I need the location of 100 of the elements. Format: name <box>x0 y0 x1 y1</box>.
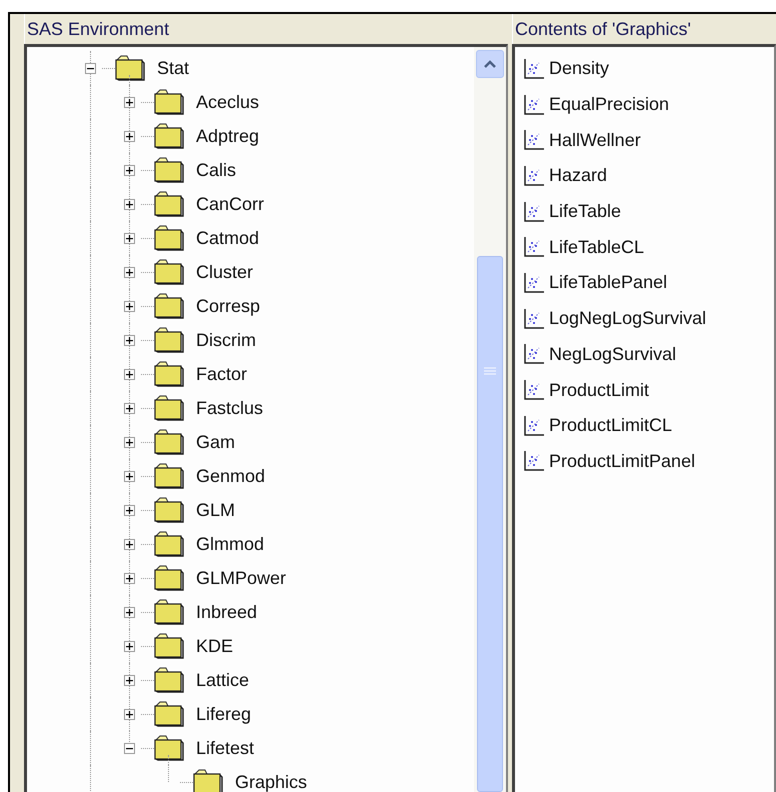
list-item[interactable]: ProductLimitCL <box>549 415 672 436</box>
tree-item[interactable]: Lattice <box>196 670 250 690</box>
plus-icon <box>126 676 132 684</box>
expand-toggle[interactable] <box>124 198 134 210</box>
folder-icon <box>193 769 223 792</box>
plus-icon <box>126 642 132 650</box>
expand-toggle[interactable] <box>124 402 134 414</box>
expand-toggle[interactable] <box>124 572 134 584</box>
collapse-toggle[interactable] <box>84 62 96 74</box>
tree-item[interactable]: Factor <box>196 364 248 384</box>
folder-icon <box>154 497 184 523</box>
tree-item[interactable]: Genmod <box>196 466 266 486</box>
tree-item[interactable]: Calis <box>196 160 236 180</box>
list-item[interactable]: Density <box>549 58 610 80</box>
expand-toggle[interactable] <box>124 334 134 346</box>
folder-icon <box>154 123 184 149</box>
expand-toggle[interactable] <box>124 640 134 652</box>
expand-toggle[interactable] <box>124 300 134 312</box>
plus-icon <box>126 438 132 446</box>
list-item[interactable]: LogNegLogSurvival <box>549 308 706 330</box>
scatter-plot-icon <box>523 343 545 366</box>
plus-icon <box>126 574 132 582</box>
expand-toggle[interactable] <box>124 470 134 482</box>
plus-icon <box>126 608 132 616</box>
list-item[interactable]: Hazard <box>549 165 608 186</box>
tree-item[interactable]: Graphics <box>235 772 308 792</box>
list-item[interactable]: HallWellner <box>549 130 641 151</box>
plus-icon <box>126 404 132 412</box>
tree-item[interactable]: Gam <box>196 432 236 452</box>
folder-icon <box>154 463 184 489</box>
scroll-up-button[interactable] <box>476 50 504 78</box>
expand-toggle[interactable] <box>124 164 134 176</box>
tree-item[interactable]: Stat <box>157 58 190 78</box>
scatter-plot-icon <box>523 58 545 80</box>
plus-icon <box>126 200 132 208</box>
collapse-toggle[interactable] <box>124 742 134 754</box>
chevron-up-icon <box>484 60 496 68</box>
folder-icon <box>154 293 184 319</box>
expand-toggle[interactable] <box>124 708 134 720</box>
list-item[interactable]: NegLogSurvival <box>549 344 676 365</box>
folder-icon <box>154 191 184 217</box>
folder-icon <box>154 225 184 251</box>
expand-toggle[interactable] <box>124 368 134 380</box>
expand-toggle[interactable] <box>124 130 134 142</box>
expand-toggle[interactable] <box>124 96 134 108</box>
plus-icon <box>126 132 132 140</box>
plus-icon <box>126 268 132 276</box>
plus-icon <box>126 506 132 514</box>
folder-icon <box>154 327 184 353</box>
folder-icon <box>154 157 184 183</box>
plus-icon <box>126 302 132 310</box>
folder-icon <box>154 531 184 557</box>
expand-toggle[interactable] <box>124 266 134 278</box>
expand-toggle[interactable] <box>124 606 134 618</box>
folder-icon <box>154 599 184 625</box>
tree-item[interactable]: Discrim <box>196 330 256 350</box>
scatter-plot-icon <box>523 308 545 330</box>
list-item[interactable]: EqualPrecision <box>549 94 670 116</box>
list-item[interactable]: LifeTable <box>549 201 622 222</box>
plus-icon <box>126 336 132 344</box>
folder-icon <box>154 735 184 761</box>
folder-icon <box>154 259 184 285</box>
tree-item[interactable]: Inbreed <box>196 602 258 622</box>
tree-item[interactable]: KDE <box>196 636 234 656</box>
list-item[interactable]: ProductLimit <box>549 380 650 401</box>
list-item[interactable]: LifeTableCL <box>549 236 644 258</box>
tree-item[interactable]: CanCorr <box>196 194 264 214</box>
scatter-plot-icon <box>523 164 545 187</box>
folder-icon <box>115 55 145 81</box>
tree-item[interactable]: Catmod <box>196 228 260 248</box>
list-item[interactable]: ProductLimitPanel <box>549 450 696 472</box>
expand-toggle[interactable] <box>124 674 134 686</box>
tree-item[interactable]: GLMPower <box>196 568 286 588</box>
tree-item[interactable]: Lifereg <box>196 704 252 724</box>
plus-icon <box>126 166 132 174</box>
tree-item[interactable]: Lifetest <box>196 738 254 758</box>
scrollbar[interactable] <box>474 47 506 792</box>
plus-icon <box>126 370 132 378</box>
tree-item[interactable]: Glmmod <box>196 534 264 554</box>
scatter-plot-icon <box>523 379 545 402</box>
scatter-plot-icon <box>523 450 545 472</box>
expand-toggle[interactable] <box>124 232 134 244</box>
folder-icon <box>154 667 184 693</box>
tree-item[interactable]: Cluster <box>196 262 254 282</box>
tree-item[interactable]: Corresp <box>196 296 260 316</box>
expand-toggle[interactable] <box>124 538 134 550</box>
expand-toggle[interactable] <box>124 436 134 448</box>
tree-item[interactable]: Aceclus <box>196 92 260 112</box>
scrollbar-thumb[interactable] <box>477 256 503 792</box>
scatter-plot-icon <box>523 129 545 152</box>
tree-item[interactable]: GLM <box>196 500 236 520</box>
folder-icon <box>154 429 184 455</box>
scatter-plot-icon <box>523 272 545 294</box>
tree-item[interactable]: Adptreg <box>196 126 260 146</box>
list-item[interactable]: LifeTablePanel <box>549 272 668 294</box>
folder-icon <box>154 701 184 727</box>
expand-toggle[interactable] <box>124 504 134 516</box>
scatter-plot-icon <box>523 200 545 223</box>
tree-item[interactable]: Fastclus <box>196 398 264 418</box>
plus-icon <box>126 234 132 242</box>
